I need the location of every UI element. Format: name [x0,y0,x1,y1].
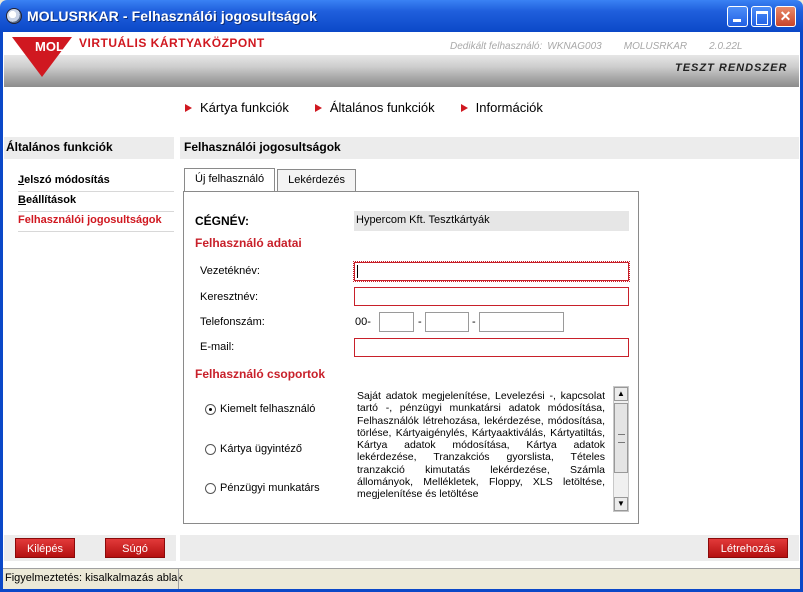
scroll-up-icon[interactable]: ▲ [614,387,628,401]
sidebar-title: Általános funkciók [4,137,174,159]
maximize-button[interactable] [751,6,772,27]
phone-area-input[interactable] [425,312,469,332]
nav-arrow-icon [314,103,322,112]
group-radio-featured-user[interactable]: Kiemelt felhasználó [205,403,315,415]
sidebar-item-settings[interactable]: Beállítások [18,192,174,212]
scroll-down-icon[interactable]: ▼ [614,497,628,511]
app-version: 2.0.22L [709,41,743,52]
radio-selected-icon[interactable] [205,403,216,415]
create-button[interactable]: Létrehozás [708,538,788,558]
firstname-input[interactable] [354,287,629,306]
main-footer [180,535,799,561]
test-system-label: TESZT RENDSZER [675,62,788,74]
minimize-button[interactable] [727,6,748,27]
description-scrollbar[interactable]: ▲ ▼ [613,386,629,512]
brand-name: VIRTUÁLIS KÁRTYAKÖZPONT [79,36,265,50]
nav-general-functions[interactable]: Általános funkciók [314,100,435,115]
sidebar-item-password-change[interactable]: Jelszó módosítás [18,172,174,192]
exit-button[interactable]: Kilépés [15,538,75,558]
phone-prefix: 00- [355,316,371,328]
lastname-label: Vezetéknév: [200,265,260,277]
top-navigation: Kártya funkciók Általános funkciók Infor… [185,100,543,115]
close-icon: ✕ [779,8,792,24]
group-radio-card-administrator[interactable]: Kártya ügyintéző [205,443,302,455]
nav-card-functions[interactable]: Kártya funkciók [185,100,289,115]
company-value: Hypercom Kft. Tesztkártyák [354,211,629,231]
radio-icon[interactable] [205,443,216,455]
company-label: CÉGNÉV: [195,214,250,228]
group-radio-finance-staff[interactable]: Pénzügyi munkatárs [205,482,320,494]
lastname-input[interactable] [353,261,630,282]
window-title: MOLUSRKAR - Felhasználói jogosultságok [27,8,318,24]
user-groups-title: Felhasználó csoportok [195,367,326,381]
firstname-label: Keresztnév: [200,291,259,303]
status-divider [178,568,179,589]
system-user-info: Dedikált felhasználó: WKNAG003 MOLUSRKAR 2.… [450,41,742,52]
email-label: E-mail: [200,341,235,353]
phone-number-input[interactable] [479,312,564,332]
dedicated-user-label: Dedikált felhasználó: [450,41,543,52]
nav-arrow-icon [460,103,468,112]
email-input[interactable] [354,338,629,357]
dedicated-user-value: WKNAG003 [547,41,602,52]
close-button[interactable]: ✕ [775,6,796,27]
app-icon [6,8,22,24]
mol-logo: MOL [12,37,72,77]
phone-separator: - [418,316,422,328]
status-bar: Figyelmeztetés: kisalkalmazás ablak [3,568,800,589]
help-button[interactable]: Súgó [105,538,165,558]
sidebar-menu: Jelszó módosítás Beállítások Felhasználó… [18,172,174,232]
tab-query[interactable]: Lekérdezés [277,169,356,191]
scroll-thumb[interactable] [614,403,628,473]
nav-arrow-icon [185,103,192,112]
sidebar-item-user-permissions[interactable]: Felhasználói jogosultságok [18,212,174,232]
user-code: MOLUSRKAR [623,41,688,52]
page-title: Felhasználói jogosultságok [180,137,799,159]
maximize-icon [752,7,771,26]
tab-new-user[interactable]: Új felhasználó [184,168,276,192]
minimize-icon [728,7,747,26]
user-data-title: Felhasználó adatai [195,236,302,250]
radio-icon[interactable] [205,482,216,494]
phone-country-input[interactable] [379,312,414,332]
nav-information[interactable]: Információk [460,100,543,115]
window-titlebar[interactable]: MOLUSRKAR - Felhasználói jogosultságok ✕ [0,0,803,32]
phone-separator: - [472,316,476,328]
group-permissions-description: Saját adatok megjelenítése, Levelezési -… [357,390,605,501]
tab-bar: Új felhasználó Lekérdezés [184,168,358,192]
phone-label: Telefonszám: [200,316,265,328]
logo-text: MOL [35,39,64,54]
